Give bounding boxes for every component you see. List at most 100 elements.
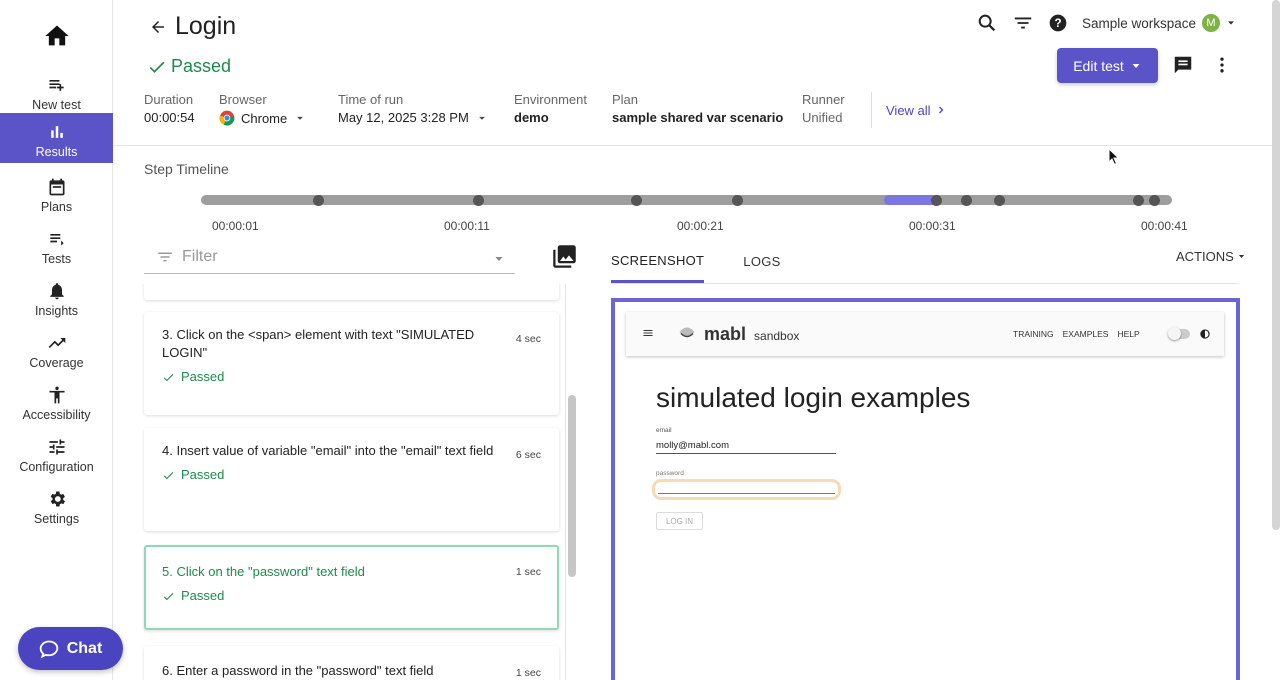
time-value: May 12, 2025 3:28 PM: [338, 110, 469, 125]
step-screenshot[interactable]: mabl sandbox TRAINING EXAMPLES HELP simu…: [611, 298, 1240, 680]
meta-label: Duration: [144, 92, 194, 107]
chat-bubble-icon: [39, 640, 58, 658]
timeline-step-marker[interactable]: [931, 195, 942, 206]
timeline-step-marker[interactable]: [1133, 195, 1144, 206]
avatar: M: [1202, 14, 1220, 32]
view-all-label: View all: [886, 102, 931, 118]
timeline-step-marker[interactable]: [1149, 195, 1160, 206]
workspace-switcher[interactable]: Sample workspace M: [1082, 14, 1236, 32]
timeline-tick: 00:00:41: [1141, 219, 1188, 233]
browser-value: Chrome: [241, 110, 288, 126]
caret-down-icon: [297, 116, 304, 120]
step-status-label: Passed: [181, 588, 225, 603]
screenshot-link: EXAMPLES: [1062, 329, 1109, 339]
screenshot-link: HELP: [1117, 329, 1140, 339]
timeline-step-marker[interactable]: [631, 195, 642, 206]
meta-duration: Duration 00:00:54: [144, 92, 195, 125]
timeline-step-marker[interactable]: [961, 195, 972, 206]
sidebar-item-label: Settings: [33, 512, 80, 526]
time-select[interactable]: May 12, 2025 3:28 PM: [338, 110, 489, 125]
timeline-tick: 00:00:21: [677, 219, 724, 233]
timeline-step-marker[interactable]: [994, 195, 1005, 206]
comment-icon[interactable]: [1172, 54, 1194, 76]
steps-scrollbar-thumb[interactable]: [568, 395, 576, 577]
sidebar-item-results[interactable]: Results: [0, 113, 113, 163]
sidebar-item-label: Plans: [40, 200, 73, 214]
trending-up-icon: [48, 338, 65, 348]
meta-label: Plan: [612, 92, 639, 107]
sidebar-item-label: Results: [35, 145, 78, 159]
meta-label: Time of run: [338, 92, 404, 107]
timeline-track[interactable]: [201, 195, 1172, 205]
edit-test-label: Edit test: [1073, 57, 1124, 74]
step-card-selected[interactable]: 5. Click on the "password" text field 1 …: [144, 545, 559, 630]
home-button[interactable]: [0, 22, 113, 56]
step-duration: 4 sec: [515, 333, 541, 345]
screenshot-brand-sub: sandbox: [754, 329, 800, 343]
more-vert-icon[interactable]: [1212, 54, 1232, 76]
sliders-icon: [49, 439, 64, 455]
filter-placeholder: Filter: [182, 247, 218, 265]
sidebar: New test Results Plans Tests Insights Co…: [0, 0, 123, 680]
search-icon[interactable]: [976, 12, 998, 34]
meta-runner: Runner Unified: [802, 92, 845, 125]
tab-logs[interactable]: LOGS: [743, 240, 780, 283]
screenshot-email-label: email: [656, 427, 672, 434]
caret-down-icon: [1228, 21, 1234, 25]
sidebar-item-plans[interactable]: Plans: [0, 168, 113, 218]
timeline-step-marker[interactable]: [313, 195, 324, 206]
tab-screenshot[interactable]: SCREENSHOT: [611, 240, 705, 283]
sidebar-item-new-test[interactable]: New test: [0, 66, 113, 116]
timeline-step-marker[interactable]: [473, 195, 484, 206]
steps-filter[interactable]: Filter: [144, 240, 515, 274]
filter-icon[interactable]: [1012, 12, 1034, 34]
screenshot-link: TRAINING: [1013, 329, 1054, 339]
step-card[interactable]: [144, 284, 559, 300]
status-text: Passed: [171, 56, 232, 76]
accessibility-icon: [49, 386, 64, 404]
chevron-right-icon: [938, 106, 943, 114]
gallery-icon[interactable]: [551, 243, 578, 270]
detail-tabs: SCREENSHOT LOGS: [611, 240, 781, 284]
meta-plan: Plan sample shared var scenario: [612, 92, 783, 125]
step-status-label: Passed: [181, 467, 225, 482]
timeline-step-marker[interactable]: [732, 195, 743, 206]
step-card[interactable]: 3. Click on the <span> element with text…: [144, 312, 559, 415]
screenshot-heading: simulated login examples: [656, 382, 971, 413]
step-duration: 1 sec: [515, 566, 541, 578]
workspace-name: Sample workspace: [1081, 15, 1196, 31]
plan-link[interactable]: sample shared var scenario: [612, 110, 783, 125]
sidebar-item-configuration[interactable]: Configuration: [0, 428, 113, 478]
timeline-title: Step Timeline: [144, 161, 229, 177]
step-card[interactable]: 6. Enter a password in the "password" te…: [144, 646, 559, 680]
brightness-icon: [1200, 329, 1210, 339]
actions-menu[interactable]: ACTIONS: [1176, 249, 1246, 264]
arrow-back-icon[interactable]: [149, 18, 167, 36]
page-title: Login: [175, 12, 237, 40]
app-root: New test Results Plans Tests Insights Co…: [0, 0, 1280, 680]
mouse-cursor-icon: [1108, 148, 1120, 166]
tabs-divider: [611, 283, 1239, 284]
back-nav: Login: [149, 12, 236, 41]
timeline-tick: 00:00:01: [212, 219, 259, 233]
sidebar-item-coverage[interactable]: Coverage: [0, 324, 113, 374]
page-scrollbar[interactable]: [1272, 0, 1280, 530]
sidebar-item-settings[interactable]: Settings: [0, 480, 113, 530]
step-card[interactable]: 4. Insert value of variable "email" into…: [144, 428, 559, 531]
sidebar-item-accessibility[interactable]: Accessibility: [0, 376, 113, 426]
view-all-link[interactable]: View all: [871, 92, 947, 128]
step-text: 6. Enter a password in the "password" te…: [162, 663, 434, 678]
sidebar-item-insights[interactable]: Insights: [0, 272, 113, 322]
test-run-header: Login Passed Duration 00:00:54 Browser C…: [113, 0, 1280, 146]
step-text: 4. Insert value of variable "email" into…: [162, 443, 494, 458]
caret-down-icon: [1132, 63, 1140, 68]
screenshot-app-bar: mabl sandbox TRAINING EXAMPLES HELP: [626, 312, 1224, 356]
help-icon[interactable]: ?: [1048, 13, 1068, 33]
chat-button[interactable]: Chat: [18, 627, 123, 670]
bar-chart-icon: [50, 126, 63, 138]
step-text: 5. Click on the "password" text field: [162, 564, 365, 579]
meta-value: 00:00:54: [144, 110, 195, 125]
sidebar-item-tests[interactable]: Tests: [0, 220, 113, 270]
edit-test-button[interactable]: Edit test: [1057, 48, 1158, 83]
browser-select[interactable]: Chrome: [219, 110, 307, 126]
